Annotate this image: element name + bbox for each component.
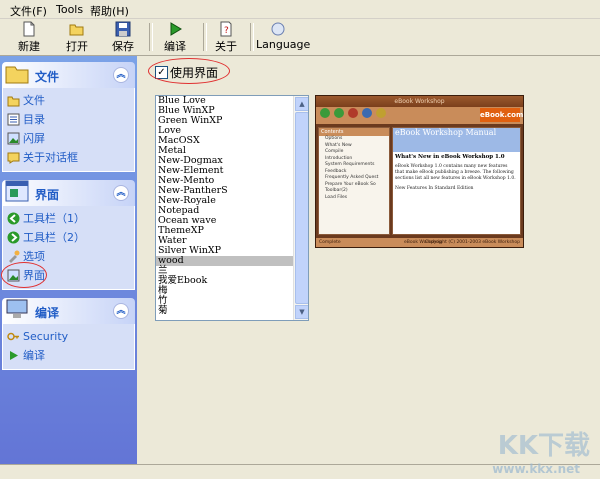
file-panel: 文件 ︽ 文件 目录 闪屏 关于对话框 [2, 62, 135, 172]
list-item[interactable]: 我爱Ebook [156, 276, 308, 286]
scroll-up-icon[interactable]: ▲ [295, 97, 308, 111]
save-button[interactable]: 保存 [108, 21, 138, 53]
new-button[interactable]: 新建 [14, 21, 44, 53]
sidebar-item-toc[interactable]: 目录 [3, 110, 134, 129]
forward-arrow-icon [7, 231, 20, 244]
play-icon [10, 351, 18, 360]
toolbar: 新建 打开 保存 编译 ? 关于 Language [0, 19, 600, 56]
compile-panel-title: 编译 [35, 306, 60, 320]
dialog-icon [7, 152, 20, 164]
list-item[interactable]: 菊 [156, 306, 308, 316]
file-panel-title: 文件 [35, 70, 60, 84]
preview-stop-icon [348, 108, 358, 118]
list-item[interactable]: wood [156, 256, 308, 266]
window-icon [5, 180, 29, 202]
preview-statusbar: Complete eBook Workshop Copyright (C) 20… [316, 238, 523, 247]
sidebar-item-splash[interactable]: 闪屏 [3, 129, 134, 148]
toolbar-separator [149, 23, 153, 51]
compile-panel: 编译 ︽ Security 编译 [2, 298, 135, 370]
preview-refresh-icon [362, 108, 372, 118]
menu-file[interactable]: 文件(F) [10, 3, 47, 19]
menu-bar: 文件(F) Tools 帮助(H) [0, 0, 600, 19]
watermark-logo: KK下载 [497, 431, 590, 461]
listbox-scrollbar[interactable]: ▲ ▼ [293, 96, 308, 320]
sidebar-item-about-dialog[interactable]: 关于对话框 [3, 148, 134, 167]
skin-listbox[interactable]: Blue Love Blue WinXP Green WinXP Love MacOSX… [155, 95, 309, 321]
computer-icon [6, 299, 28, 318]
back-arrow-icon [7, 212, 20, 225]
preview-document-pane: eBook Workshop Manual What's New in eBoo… [392, 127, 521, 235]
annotation-highlight [148, 58, 230, 84]
folder-icon [7, 96, 20, 107]
preview-logo: eBook.com [480, 108, 523, 122]
list-icon [7, 113, 20, 126]
preview-forward-icon [334, 108, 344, 118]
compile-panel-body: Security 编译 [2, 324, 135, 370]
annotation-highlight [1, 262, 47, 288]
new-file-icon [23, 21, 35, 37]
watermark-url: www.kkx.net [492, 462, 580, 476]
language-button[interactable]: Language [256, 21, 310, 53]
task-pane: 文件 ︽ 文件 目录 闪屏 关于对话框 界面 ︽ 工具栏（1） 工具栏（2） 选… [0, 56, 137, 464]
compile-button[interactable]: 编译 [160, 21, 190, 53]
floppy-disk-icon [115, 21, 131, 37]
file-panel-header[interactable]: 文件 ︽ [2, 62, 135, 88]
sidebar-item-file[interactable]: 文件 [3, 91, 134, 110]
collapse-chevron-icon[interactable]: ︽ [113, 185, 129, 201]
menu-tools[interactable]: Tools [56, 3, 83, 16]
image-icon [7, 132, 20, 145]
preview-contents-list: Options What's New Compile Introduction Syst… [319, 136, 389, 201]
skin-list: Blue Love Blue WinXP Green WinXP Love MacOSX… [156, 96, 308, 316]
svg-text:?: ? [224, 26, 229, 36]
compile-panel-header[interactable]: 编译 ︽ [2, 298, 135, 324]
skin-preview: eBook Workshop eBook.com Contents Option… [315, 95, 524, 248]
scroll-down-icon[interactable]: ▼ [295, 305, 308, 319]
preview-paragraph: eBook Workshop 1.0 contains many new fea… [395, 164, 516, 181]
sidebar-item-security[interactable]: Security [3, 327, 134, 346]
scrollbar-thumb[interactable] [295, 112, 308, 304]
preview-title: eBook Workshop [316, 96, 523, 107]
preview-back-icon [320, 108, 330, 118]
language-icon [271, 22, 285, 36]
list-item[interactable]: 梅 [156, 286, 308, 296]
list-item[interactable]: 竹 [156, 296, 308, 306]
file-panel-body: 文件 目录 闪屏 关于对话框 [2, 88, 135, 172]
folder-open-icon [69, 24, 84, 36]
preview-home-icon [376, 108, 386, 118]
play-icon [170, 22, 182, 36]
sidebar-item-toolbar-1[interactable]: 工具栏（1） [3, 209, 134, 228]
ui-panel-header[interactable]: 界面 ︽ [2, 180, 135, 206]
tools-icon [9, 250, 20, 263]
collapse-chevron-icon[interactable]: ︽ [113, 67, 129, 83]
open-button[interactable]: 打开 [62, 21, 92, 53]
help-document-icon: ? [220, 21, 232, 37]
preview-heading: What's New in eBook Workshop 1.0 [395, 154, 505, 160]
sidebar-item-toolbar-2[interactable]: 工具栏（2） [3, 228, 134, 247]
folder-icon [5, 66, 29, 84]
preview-contents-pane: Contents Options What's New Compile Introdu… [318, 127, 390, 235]
toolbar-separator [250, 23, 254, 51]
preview-contents-item: Load Files [325, 194, 348, 200]
about-button[interactable]: ? 关于 [211, 21, 241, 53]
menu-help[interactable]: 帮助(H) [90, 3, 129, 19]
preview-paragraph: New Features In Standard Edition [395, 186, 474, 191]
preview-toolbar: eBook.com [316, 107, 523, 124]
toolbar-separator [203, 23, 207, 51]
preview-banner: eBook Workshop Manual [393, 128, 520, 152]
collapse-chevron-icon[interactable]: ︽ [113, 303, 129, 319]
key-icon [7, 332, 19, 341]
ui-panel-title: 界面 [35, 188, 60, 202]
sidebar-item-compile[interactable]: 编译 [3, 346, 134, 365]
